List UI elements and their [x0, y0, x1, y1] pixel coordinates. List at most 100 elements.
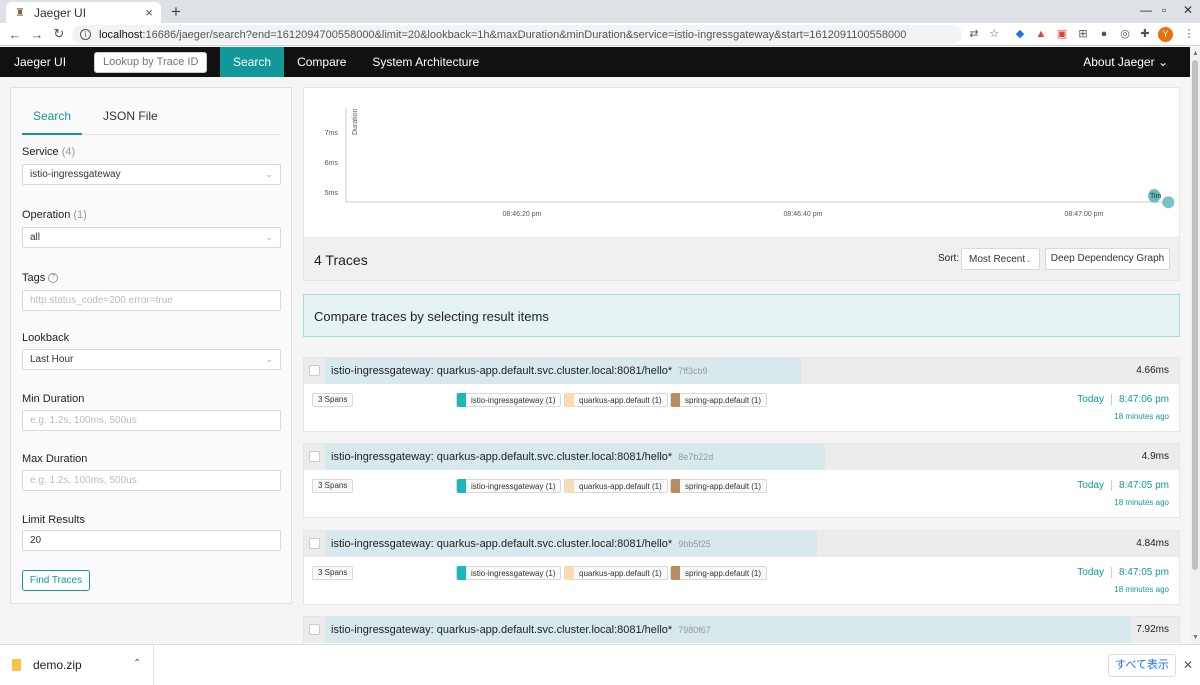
maximize-icon[interactable]: ▫ [1162, 3, 1166, 17]
jaeger-topnav: Jaeger UI Search Compare System Architec… [0, 47, 1190, 77]
service-color-swatch [671, 479, 680, 493]
extension-icon[interactable]: ⊞ [1076, 27, 1090, 41]
deep-dependency-graph-button[interactable]: Deep Dependency Graph [1045, 248, 1170, 270]
back-icon[interactable]: ← [4, 27, 26, 42]
trace-start-time: Today 8:47:06 pm [1077, 394, 1169, 406]
operation-label: Operation (1) [22, 209, 87, 221]
trace-relative-time: 18 minutes ago [1114, 585, 1169, 594]
trace-name[interactable]: istio-ingressgateway: quarkus-app.defaul… [331, 538, 711, 550]
compare-checkbox[interactable] [309, 538, 320, 549]
service-select[interactable]: istio-ingressgateway ⌄ [22, 164, 281, 185]
show-all-downloads-button[interactable]: すべて表示 [1108, 654, 1176, 677]
compare-checkbox[interactable] [309, 624, 320, 635]
bookmark-star-icon[interactable]: ☆ [987, 27, 1001, 41]
trace-header[interactable]: istio-ingressgateway: quarkus-app.defaul… [304, 531, 1179, 557]
compare-banner: Compare traces by selecting result items [303, 294, 1180, 337]
jaeger-brand-link[interactable]: Jaeger UI [0, 55, 80, 69]
new-tab-button[interactable]: + [168, 2, 184, 21]
about-jaeger-menu[interactable]: About Jaeger ⌄ [1083, 55, 1190, 69]
url-bar[interactable]: i localhost:16686/jaeger/search?end=1612… [72, 25, 962, 44]
trace-id: 7ff3cb9 [678, 366, 708, 376]
chevron-down-icon: ⌄ [265, 169, 273, 179]
extensions-puzzle-icon[interactable]: ✚ [1138, 27, 1152, 41]
chevron-up-icon[interactable]: ⌃ [133, 658, 141, 669]
scatter-svg: 7ms 6ms 5ms 08:46:20 pm 08:46:40 pm 08:47:00 … [325, 108, 1175, 218]
compare-checkbox[interactable] [309, 365, 320, 376]
tab-search[interactable]: Search [22, 106, 83, 135]
compare-checkbox[interactable] [309, 451, 320, 462]
min-duration-label: Min Duration [22, 393, 85, 405]
trace-result-item[interactable]: istio-ingressgateway: quarkus-app.defaul… [303, 357, 1180, 432]
scroll-down-icon[interactable]: ▼ [1192, 634, 1199, 641]
service-color-swatch [457, 566, 466, 580]
tags-label: Tags? [22, 272, 59, 284]
extension-icon[interactable]: ◆ [1013, 27, 1027, 41]
span-count-badge: 3 Spans [312, 479, 354, 493]
profile-avatar[interactable]: Y [1158, 27, 1173, 42]
trace-header[interactable]: istio-ingressgateway: quarkus-app.defaul… [304, 444, 1179, 470]
max-duration-input[interactable]: e.g. 1.2s, 100ms, 500us [22, 470, 281, 491]
url-host: localhost [99, 28, 143, 41]
trace-result-item[interactable]: istio-ingressgateway: quarkus-app.defaul… [303, 616, 1180, 644]
extension-icon[interactable]: ▣ [1055, 27, 1069, 41]
extension-icon[interactable]: ◎ [1118, 27, 1132, 41]
download-item[interactable]: demo.zip ⌃ [0, 645, 154, 685]
trace-header[interactable]: istio-ingressgateway: quarkus-app.defaul… [304, 617, 1179, 643]
trace-name[interactable]: istio-ingressgateway: quarkus-app.defaul… [331, 624, 711, 636]
results-header: 4 Traces Sort: Most Recent ⌄ Deep Depende… [303, 238, 1180, 281]
limit-results-label: Limit Results [22, 514, 85, 526]
trace-id: 9bb5f25 [678, 539, 711, 549]
extension-icon[interactable]: ● [1097, 27, 1111, 41]
trace-header[interactable]: istio-ingressgateway: quarkus-app.defaul… [304, 358, 1179, 384]
tab-json-file[interactable]: JSON File [92, 106, 169, 135]
close-download-shelf-icon[interactable]: ✕ [1183, 658, 1193, 672]
close-tab-icon[interactable]: × [145, 5, 153, 20]
minimize-icon[interactable]: — [1140, 3, 1152, 17]
cursor-label: Tim [1150, 193, 1162, 200]
trace-point [1162, 196, 1175, 209]
nav-system-architecture[interactable]: System Architecture [359, 47, 492, 77]
close-window-icon[interactable]: ✕ [1183, 3, 1193, 17]
trace-name[interactable]: istio-ingressgateway: quarkus-app.defaul… [331, 365, 708, 377]
scrollbar-thumb[interactable] [1192, 60, 1198, 570]
browser-tab-title: Jaeger UI [34, 5, 87, 20]
trace-result-item[interactable]: istio-ingressgateway: quarkus-app.defaul… [303, 443, 1180, 518]
max-duration-label: Max Duration [22, 453, 88, 465]
extension-icon[interactable]: ▲ [1034, 27, 1048, 41]
reload-icon[interactable]: ↻ [48, 26, 70, 42]
browser-tab[interactable]: ♜ Jaeger UI × [6, 2, 161, 23]
limit-results-input[interactable]: 20 [22, 530, 281, 551]
nav-search[interactable]: Search [220, 47, 285, 77]
trace-name[interactable]: istio-ingressgateway: quarkus-app.defaul… [331, 451, 713, 463]
forward-icon[interactable]: → [26, 27, 48, 42]
address-bar-row: ← → ↻ i localhost:16686/jaeger/search?en… [0, 23, 1200, 46]
nav-compare[interactable]: Compare [284, 47, 359, 77]
service-tag: spring-app.default (1) [670, 393, 768, 407]
chevron-down-icon: ⌄ [265, 354, 273, 364]
service-tag: spring-app.default (1) [670, 479, 768, 493]
trace-id: 7980f67 [678, 625, 711, 635]
browser-menu-icon[interactable]: ⋮ [1182, 27, 1196, 41]
service-color-swatch [671, 393, 680, 407]
scroll-up-icon[interactable]: ▲ [1192, 50, 1199, 57]
y-tick-label: 6ms [325, 160, 339, 167]
translate-icon[interactable]: ⇄ [967, 27, 981, 41]
operation-select[interactable]: all ⌄ [22, 227, 281, 248]
y-axis-label: Duration [352, 108, 359, 135]
service-color-swatch [565, 393, 574, 407]
url-path: :16686/jaeger/search?end=161209470055800… [142, 28, 907, 41]
sort-select[interactable]: Most Recent ⌄ [961, 248, 1040, 270]
chevron-down-icon: ⌄ [265, 232, 273, 242]
trace-result-item[interactable]: istio-ingressgateway: quarkus-app.defaul… [303, 530, 1180, 605]
trace-duration: 7.92ms [1136, 624, 1169, 635]
help-icon[interactable]: ? [48, 273, 59, 284]
trace-id-lookup-input[interactable] [94, 51, 208, 73]
find-traces-button[interactable]: Find Traces [22, 570, 90, 591]
min-duration-input[interactable]: e.g. 1.2s, 100ms, 500us [22, 410, 281, 431]
lookback-select[interactable]: Last Hour ⌄ [22, 349, 281, 370]
site-info-icon[interactable]: i [80, 29, 91, 40]
tags-input[interactable]: http.status_code=200 error=true [22, 290, 281, 311]
service-tag: spring-app.default (1) [670, 566, 768, 580]
y-tick-label: 5ms [325, 190, 339, 197]
span-count-badge: 3 Spans [312, 566, 354, 580]
